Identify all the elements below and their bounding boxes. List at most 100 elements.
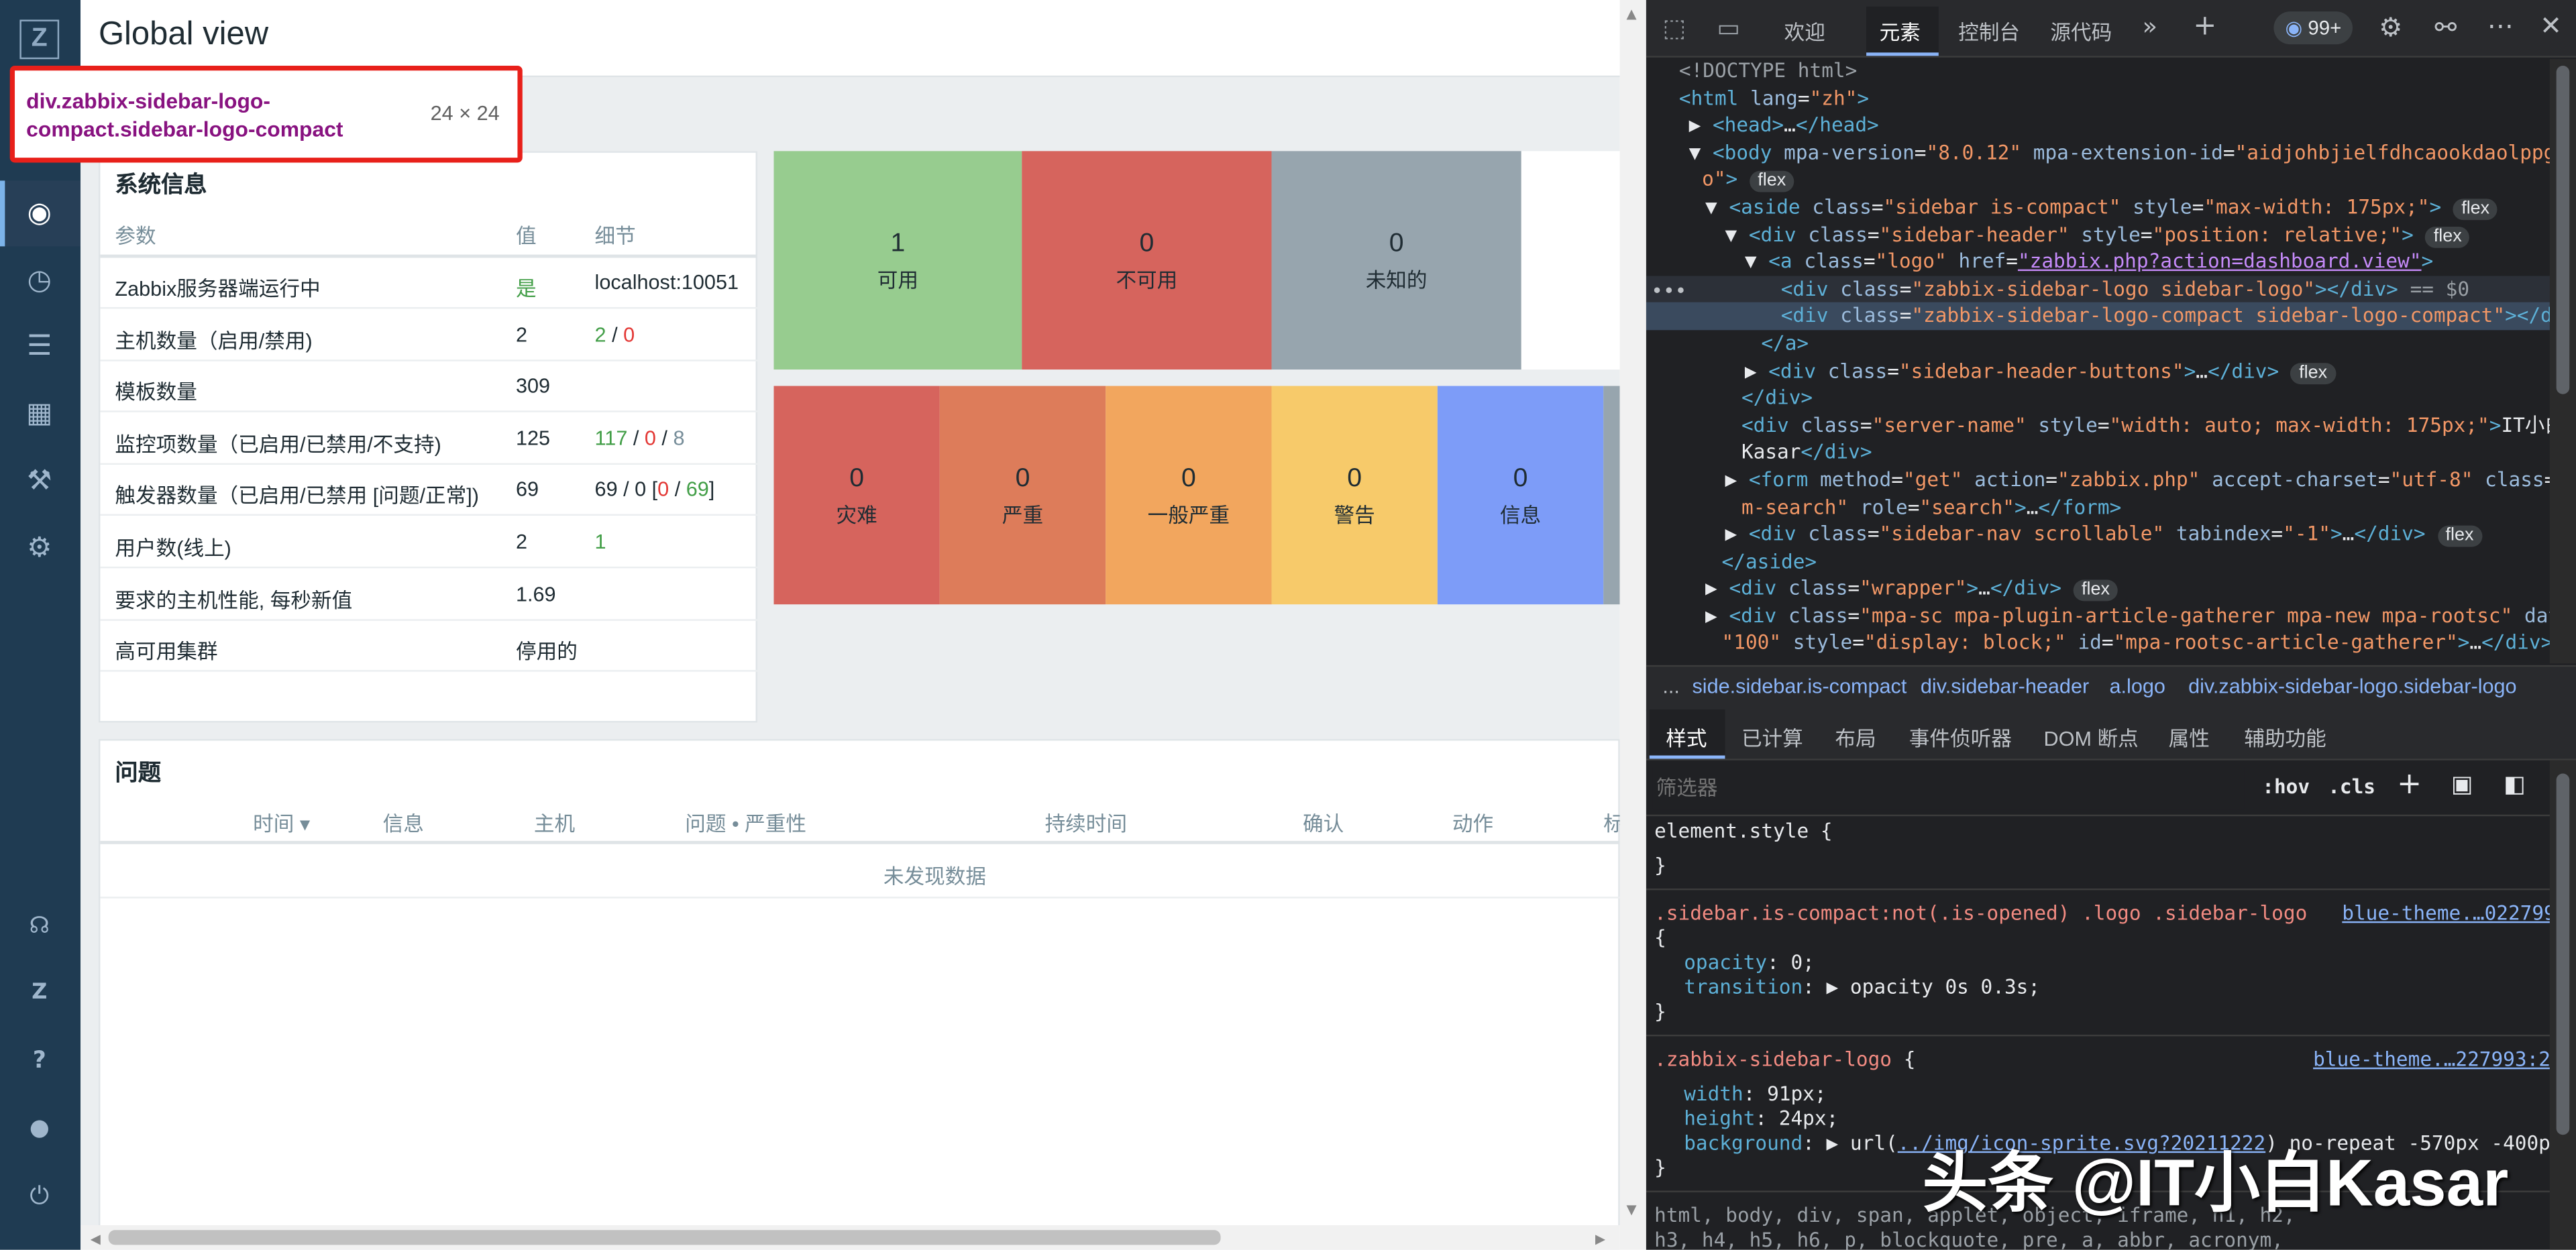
severity-tile-average[interactable]: 0 一般严重 [1106,386,1272,605]
list-icon[interactable]: ☰ [19,327,59,366]
chart-icon[interactable]: ▦ [19,394,59,434]
timer-icon[interactable]: ◷ [19,261,59,300]
tab-elements[interactable]: 元素 [1880,15,1921,46]
css-line[interactable]: } [1654,1000,2576,1025]
user-icon[interactable]: ● [19,1109,59,1148]
css-line[interactable]: element.style { [1654,819,2576,844]
breadcrumb-item[interactable]: a.logo [2110,675,2165,698]
add-tab-icon[interactable]: + [2193,10,2216,43]
dom-line[interactable]: ▼ <a class="logo" href="zabbix.php?actio… [1679,248,2576,276]
severity-tile-information[interactable]: 0 信息 [1437,386,1604,605]
availability-tile-unknown[interactable]: 0 未知的 [1271,151,1521,370]
breadcrumb-item[interactable]: div.zabbix-sidebar-logo.sidebar-logo [2188,675,2517,698]
css-line[interactable]: opacity: 0; [1654,951,2576,976]
css-line[interactable]: } [1654,854,2576,878]
toggle-sidebar-icon[interactable]: ◧ [2504,772,2525,798]
scroll-right-arrow[interactable]: ▶ [1595,1232,1605,1247]
eye-icon[interactable]: ◉ [19,194,59,233]
dom-line[interactable]: ▼ <body mpa-version="8.0.12" mpa-extensi… [1679,139,2576,167]
page-vertical-scrollbar[interactable]: ▲ ▼ [1619,0,1646,1250]
tab-dom-breakpoints[interactable]: DOM 断点 [2044,721,2139,752]
severity-tile-disaster[interactable]: 0 灾难 [773,386,940,605]
more-dots-icon[interactable]: ••• [1651,279,1686,302]
tile-label: 灾难 [836,504,877,528]
dom-line[interactable]: </aside> [1679,548,2576,575]
hov-button[interactable]: :hov [2262,775,2310,798]
dom-line[interactable]: "100" style="display: block;" id="mpa-ro… [1679,630,2576,657]
dom-tree: <!DOCTYPE html> <html lang="zh"> ▶ <head… [1646,58,2576,657]
css-line[interactable]: width: 91px; [1654,1082,2576,1107]
zabbix-icon[interactable]: Z [19,974,59,1013]
severity-tile-warning[interactable]: 0 警告 [1271,386,1438,605]
css-line[interactable]: { [1654,926,2576,951]
breadcrumb-item[interactable]: side.sidebar.is-compact [1692,675,1907,698]
availability-tile-unavailable[interactable]: 0 不可用 [1022,151,1272,370]
col-time[interactable]: 时间 ▾ [253,806,310,838]
tab-computed[interactable]: 已计算 [1741,721,1803,752]
dom-line[interactable]: <div class="server-name" style="width: a… [1679,412,2576,439]
inspect-icon[interactable]: ⬚ [1662,13,1686,43]
more-options-icon[interactable]: ⋯ [2487,10,2514,42]
tab-console[interactable]: 控制台 [1958,15,2020,46]
styles-scrollbar-thumb[interactable] [2556,773,2570,1135]
close-icon[interactable]: ✕ [2540,10,2562,42]
dom-line[interactable]: ▼ <div class="sidebar-header" style="pos… [1679,221,2576,249]
gear-icon[interactable]: ⚙ [19,529,59,569]
headset-icon[interactable]: ☊ [19,907,59,946]
css-line[interactable]: transition: ▶ opacity 0s 0.3s; [1654,976,2576,1001]
dom-line-selected[interactable]: <div class="zabbix-sidebar-logo sidebar-… [1646,275,2576,303]
dom-line-hovered[interactable]: <div class="zabbix-sidebar-logo-compact … [1646,302,2576,331]
dom-line[interactable]: ▶ <div class="wrapper">…</div> flex [1679,575,2576,603]
power-icon[interactable]: ⏻ [19,1176,59,1215]
dom-line[interactable]: </div> [1679,384,2576,412]
tab-welcome[interactable]: 欢迎 [1784,15,1825,46]
add-rule-icon[interactable]: + [2397,767,2422,801]
paint-icon[interactable]: ▣ [2451,772,2473,798]
tab-styles[interactable]: 样式 [1666,721,1707,752]
styles-filter-input[interactable] [1652,766,2245,810]
dom-line[interactable]: ▼ <aside class="sidebar is-compact" styl… [1679,194,2576,221]
dom-line[interactable]: Kasar</div> [1679,439,2576,467]
dom-line[interactable]: ▶ <head>…</head> [1679,112,2576,139]
scrollbar-thumb[interactable] [108,1230,1221,1245]
dom-line[interactable]: ▶ <form method="get" action="zabbix.php"… [1679,466,2576,494]
share-icon[interactable]: ⚯ [2434,11,2457,43]
css-line[interactable]: height: 24px; [1654,1107,2576,1132]
scroll-left-arrow[interactable]: ◀ [91,1232,101,1247]
dom-line[interactable]: <html lang="zh"> [1679,84,2576,112]
cls-button[interactable]: .cls [2328,775,2375,798]
tab-layout[interactable]: 布局 [1835,721,1876,752]
tab-event-listeners[interactable]: 事件侦听器 [1909,721,2012,752]
dom-line[interactable]: <!DOCTYPE html> [1679,58,2576,85]
dom-line[interactable]: m-search" role="search">…</form> [1679,494,2576,521]
dom-line[interactable]: ▶ <div class="mpa-sc mpa-plugin-article-… [1679,602,2576,630]
breadcrumb-item[interactable]: div.sidebar-header [1921,675,2089,698]
issues-badge[interactable]: ◉ 99+ [2273,11,2353,45]
tab-sources[interactable]: 源代码 [2050,15,2112,46]
availability-tile-available[interactable]: 1 可用 [773,151,1022,370]
css-line[interactable]: h3, h4, h5, h6, p, blockquote, pre, a, a… [1654,1229,2576,1250]
severity-tile-high[interactable]: 0 严重 [939,386,1106,605]
scroll-up-arrow[interactable]: ▲ [1627,7,1637,21]
dom-scrollbar-thumb[interactable] [2556,65,2570,394]
device-icon[interactable]: ▭ [1717,13,1740,43]
zabbix-logo[interactable]: Z [19,19,60,60]
breadcrumb-more[interactable]: ... [1662,675,1680,698]
dom-line[interactable]: </a> [1679,330,2576,357]
wrench-icon[interactable]: ⚒ [19,461,59,501]
dom-line[interactable]: o"> flex [1679,166,2576,194]
styles-scrollbar[interactable] [2549,760,2576,1250]
more-tabs-icon[interactable]: » [2142,11,2157,41]
dom-scrollbar[interactable] [2549,59,2576,664]
horizontal-scrollbar[interactable]: ◀ ▶ [80,1225,1620,1250]
css-line[interactable]: .zabbix-sidebar-logo {blue-theme.…227993… [1654,1047,2576,1072]
css-line[interactable]: .sidebar.is-compact:not(.is-opened) .log… [1654,902,2576,927]
tab-properties[interactable]: 属性 [2169,721,2210,752]
severity-tile-not-classified[interactable] [1603,386,1620,605]
gear-icon[interactable]: ⚙ [2379,11,2402,43]
tab-accessibility[interactable]: 辅助功能 [2244,721,2326,752]
dom-line[interactable]: ▶ <div class="sidebar-nav scrollable" ta… [1679,521,2576,549]
scroll-down-arrow[interactable]: ▼ [1627,1202,1637,1217]
help-icon[interactable]: ? [19,1041,59,1081]
dom-line[interactable]: ▶ <div class="sidebar-header-buttons">…<… [1679,357,2576,385]
